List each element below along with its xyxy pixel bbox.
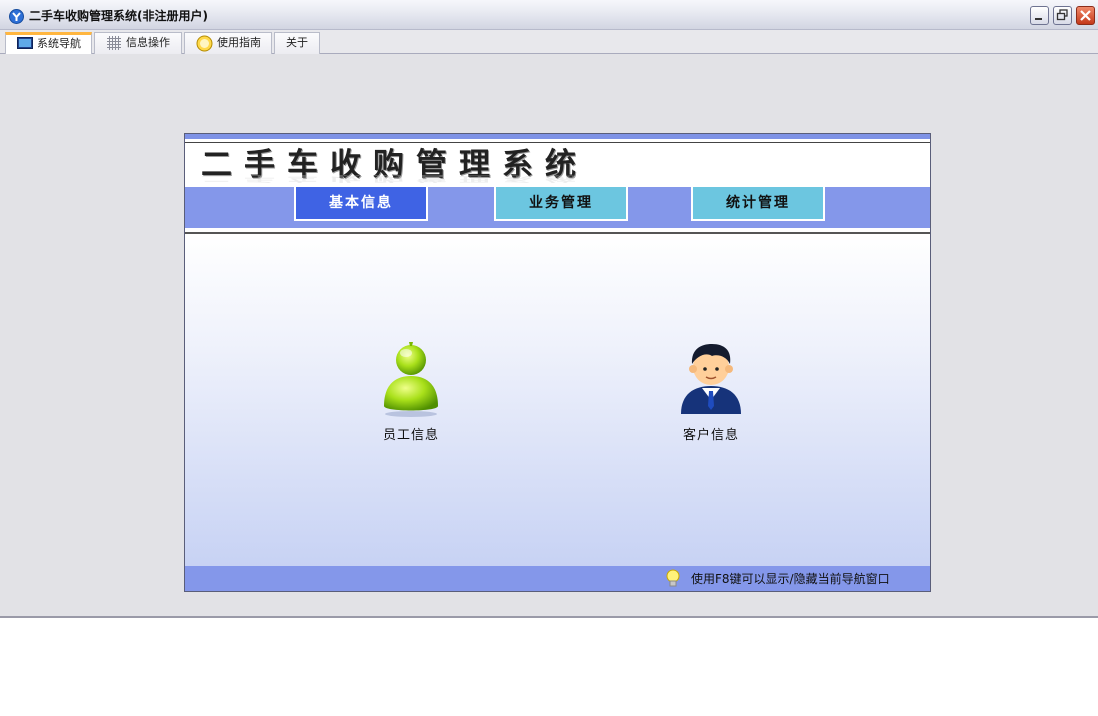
grid-icon: [107, 36, 121, 50]
restore-button[interactable]: [1053, 6, 1072, 25]
tab-system-navigation[interactable]: 系统导航: [5, 32, 92, 54]
footer-hint-text: 使用F8键可以显示/隐藏当前导航窗口: [691, 572, 890, 586]
nav-button-bar: 基本信息 业务管理 统计管理: [185, 187, 930, 228]
tab-label: 信息操作: [126, 36, 170, 49]
tab-label: 系统导航: [37, 37, 81, 50]
tab-info-operation[interactable]: 信息操作: [94, 32, 182, 54]
lightbulb-icon: [666, 569, 680, 587]
customer-businessman-icon: [681, 344, 741, 414]
tab-label: 使用指南: [217, 36, 261, 49]
customer-info-entry[interactable]: 客户信息: [661, 340, 761, 443]
nav-footer: 使用F8键可以显示/隐藏当前导航窗口: [185, 566, 930, 591]
nav-content-area: 员工信息 客户信息: [185, 234, 930, 567]
app-logo-icon: [9, 9, 24, 24]
tab-user-guide[interactable]: 使用指南: [184, 32, 272, 54]
title-bar[interactable]: 二手车收购管理系统(非注册用户): [0, 0, 1098, 30]
navigation-panel: 二手车收购管理系统 二手车收购管理系统 基本信息 业务管理 统计管理 员工信息 …: [184, 133, 931, 592]
close-icon: [1080, 10, 1091, 21]
guide-icon: [196, 35, 213, 52]
minimize-button[interactable]: [1030, 6, 1049, 25]
tab-label: 关于: [286, 36, 308, 49]
customer-info-label: 客户信息: [682, 428, 739, 443]
employee-info-entry[interactable]: 员工信息: [361, 340, 461, 443]
close-button[interactable]: [1076, 6, 1095, 25]
nav-button-statistics-management[interactable]: 统计管理: [691, 187, 825, 221]
tab-strip: 系统导航 信息操作 使用指南 关于: [0, 30, 1098, 54]
top-accent-strip: [185, 134, 930, 139]
employee-user-icon: [384, 342, 438, 417]
monitor-icon: [17, 37, 33, 49]
system-title-reflection: 二手车收购管理系统: [201, 174, 588, 183]
nav-button-business-management[interactable]: 业务管理: [494, 187, 628, 221]
window-title: 二手车收购管理系统(非注册用户): [29, 9, 208, 23]
nav-button-basic-info[interactable]: 基本信息: [294, 187, 428, 221]
employee-info-label: 员工信息: [382, 428, 439, 443]
tab-about[interactable]: 关于: [274, 32, 320, 54]
minimize-icon: [1035, 18, 1042, 20]
restore-icon: [1056, 9, 1068, 21]
app-window: 二手车收购管理系统(非注册用户) 系统导航 信息操作 使用指南 关于 二手车收购…: [0, 0, 1098, 618]
nav-header: 二手车收购管理系统 二手车收购管理系统: [185, 143, 930, 186]
